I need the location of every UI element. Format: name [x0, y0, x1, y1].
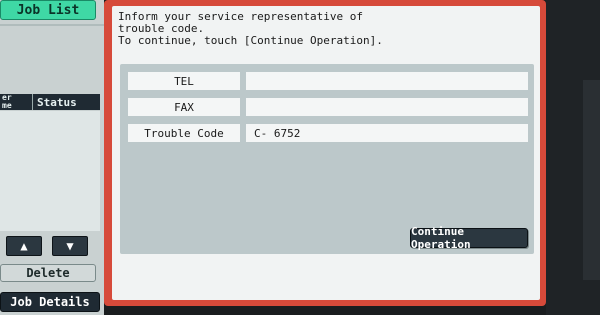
trouble-code-label: Trouble Code [128, 124, 240, 142]
tel-value [246, 72, 528, 90]
job-list-header: er me Status [0, 94, 100, 110]
tel-label: TEL [128, 72, 240, 90]
alert-message: Inform your service representative of tr… [118, 10, 383, 47]
trouble-code-value: C- 6752 [246, 124, 528, 142]
arrow-up-icon: ▲ [20, 239, 28, 253]
sidebar-divider [0, 24, 104, 26]
arrow-down-icon: ▼ [66, 239, 74, 253]
list-header-col-a: er me [0, 94, 33, 110]
sidebar: Job List er me Status ▲ ▼ Delete Job Det… [0, 0, 104, 315]
fax-value [246, 98, 528, 116]
list-header-status: Status [37, 95, 77, 109]
scroll-down-button[interactable]: ▼ [52, 236, 88, 256]
job-list-area[interactable] [0, 111, 100, 231]
job-list-button[interactable]: Job List [0, 0, 96, 20]
job-details-button[interactable]: Job Details [0, 292, 100, 312]
device-screen: Job List er me Status ▲ ▼ Delete Job Det… [0, 0, 600, 315]
bezel-strip [583, 80, 600, 280]
delete-button[interactable]: Delete [0, 264, 96, 282]
fax-label: FAX [128, 98, 240, 116]
scroll-up-button[interactable]: ▲ [6, 236, 42, 256]
continue-operation-button[interactable]: Continue Operation [410, 225, 528, 251]
